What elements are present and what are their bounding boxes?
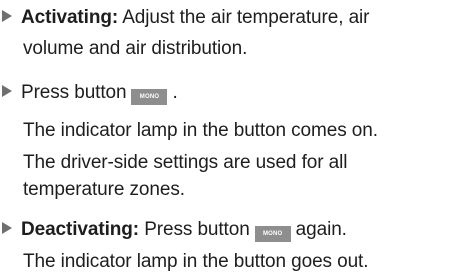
step-text-again: again. (295, 219, 347, 240)
bullet-arrow-icon (2, 10, 12, 22)
result-driver-settings-continued: temperature zones. (23, 179, 185, 200)
step-deactivating: Deactivating: Press button MONO again. (0, 219, 347, 242)
step-lead-deactivating: Deactivating: (21, 219, 140, 240)
step-press-mono: Press button MONO. (0, 82, 178, 105)
mono-button-icon: MONO (131, 89, 168, 105)
instruction-document: Activating: Adjust the air temperature, … (0, 0, 466, 275)
result-driver-settings: The driver-side settings are used for al… (23, 152, 348, 173)
bullet-arrow-icon (2, 222, 12, 234)
step-activating: Activating: Adjust the air temperature, … (0, 7, 370, 29)
result-lamp-out: The indicator lamp in the button goes ou… (23, 251, 369, 272)
step-text-press: Press button (21, 82, 127, 103)
step-lead-activating: Activating: (21, 7, 119, 28)
mono-button-icon: MONO (254, 226, 291, 242)
step-activating-continued: volume and air distribution. (23, 38, 248, 59)
step-text-period: . (172, 82, 178, 103)
step-text-activating: Adjust the air temperature, air (118, 7, 370, 28)
bullet-arrow-icon (2, 85, 12, 97)
step-text-deactivating: Press button (139, 219, 250, 240)
result-lamp-on: The indicator lamp in the button comes o… (23, 120, 378, 141)
